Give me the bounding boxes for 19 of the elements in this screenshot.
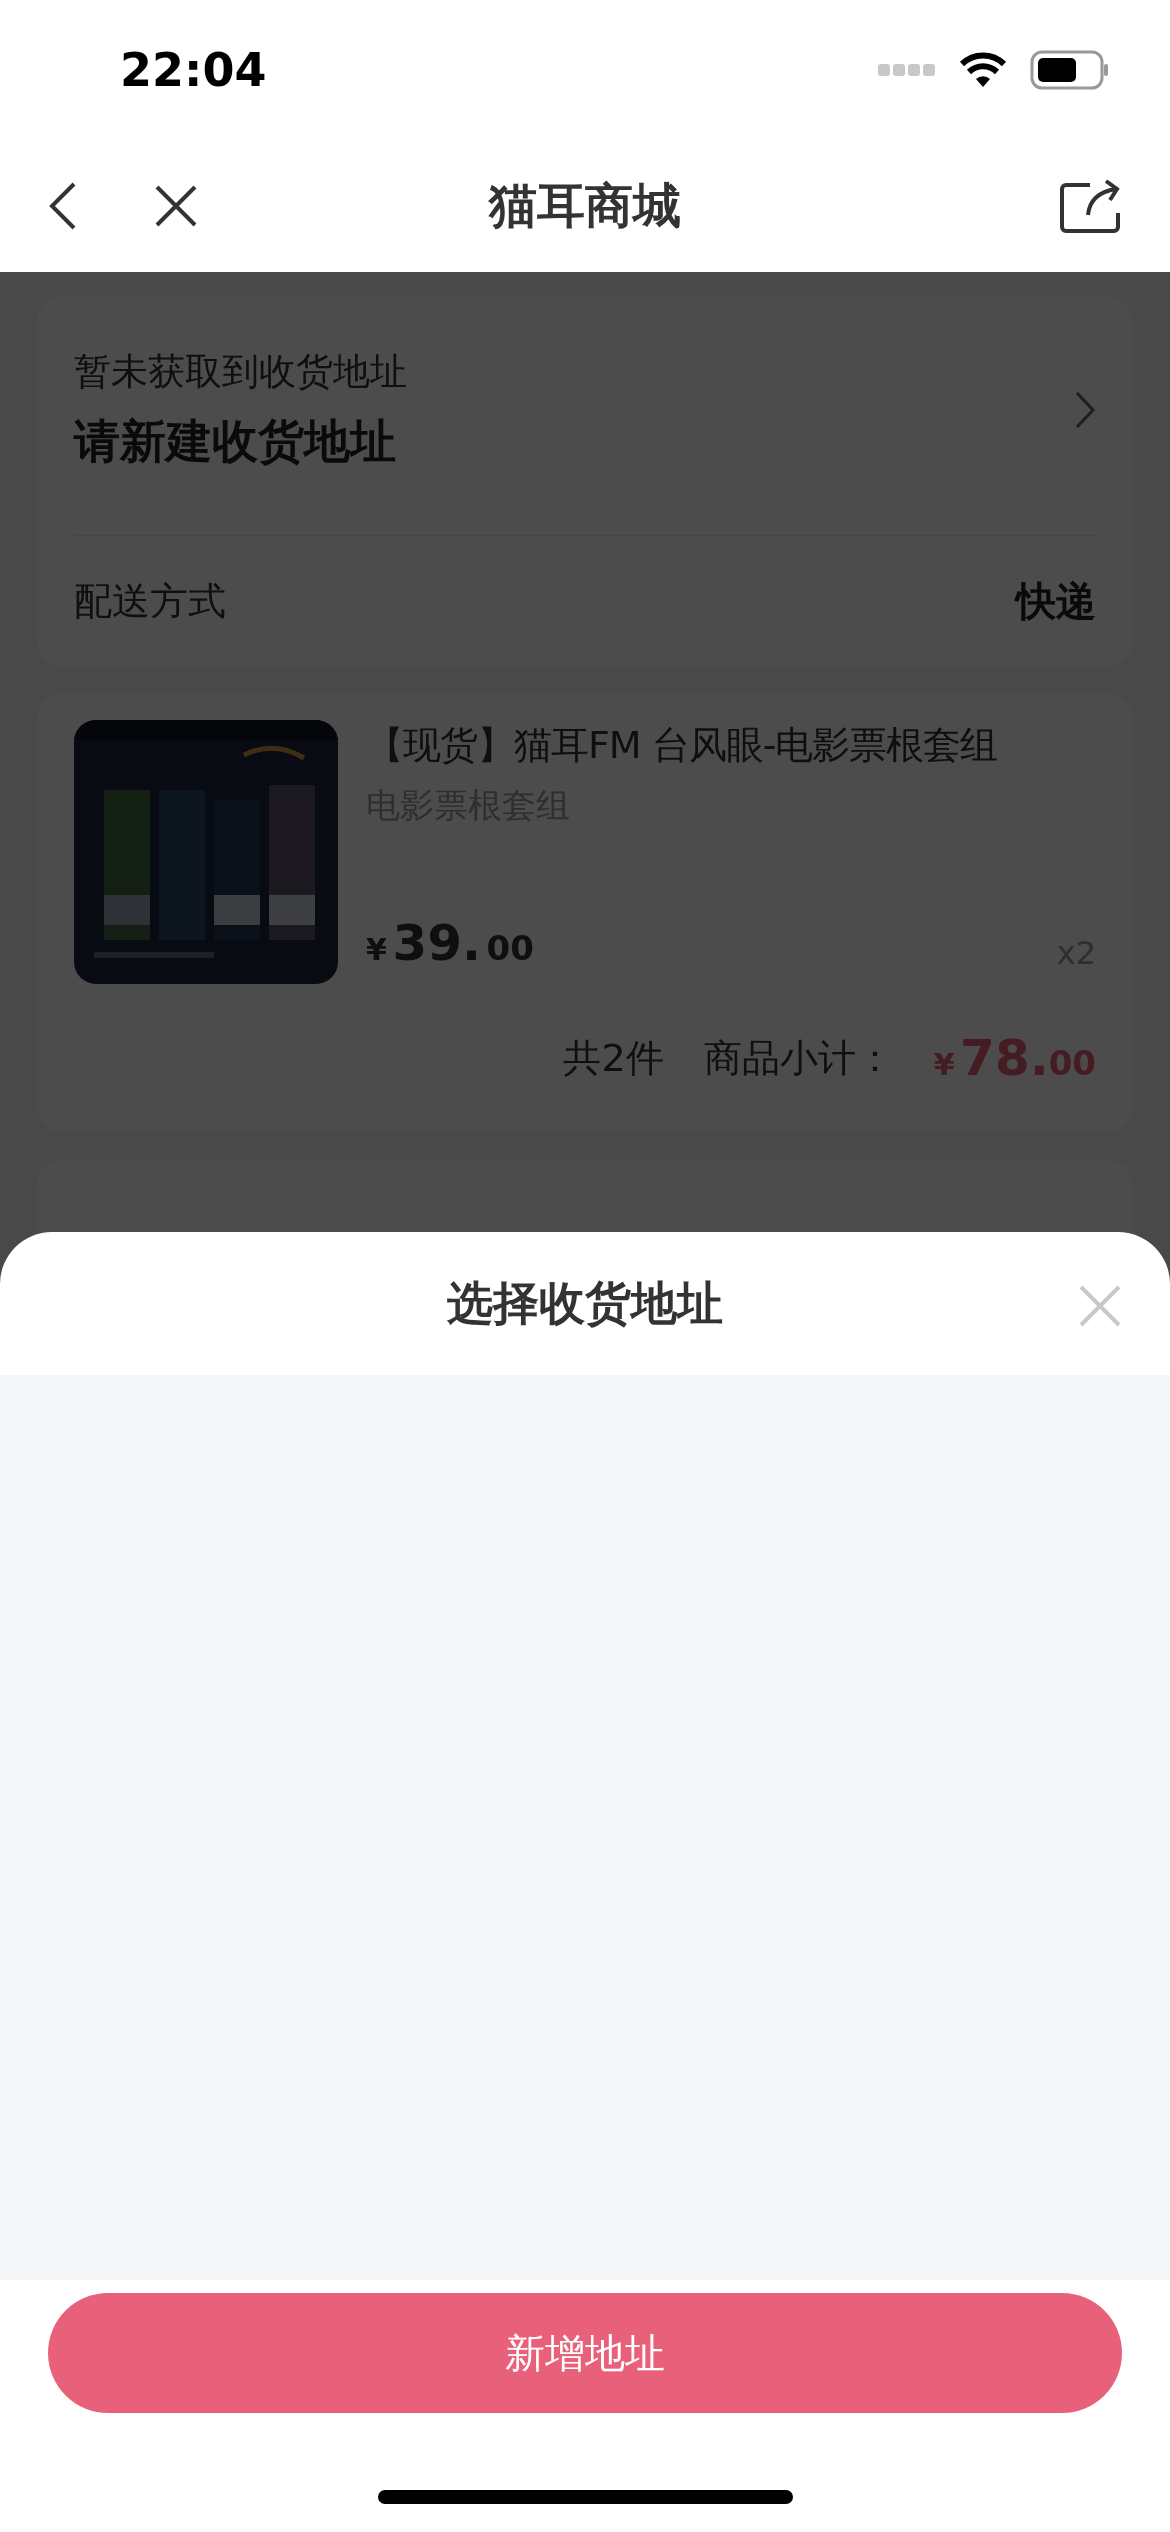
delivery-value: 快递	[1016, 576, 1096, 626]
delivery-label: 配送方式	[74, 577, 226, 625]
item-count: 共2件	[563, 1034, 664, 1082]
wifi-icon	[958, 51, 1008, 89]
add-address-button[interactable]: 新增地址	[48, 2293, 1122, 2413]
signal-icon	[878, 63, 936, 77]
product-title: 【现货】猫耳FM 台风眼-电影票根套组	[366, 722, 999, 769]
share-icon	[1060, 179, 1122, 233]
address-prompt: 请新建收货地址	[74, 413, 397, 470]
status-time: 22:04	[120, 43, 267, 97]
subtotal-label: 商品小计：	[703, 1034, 894, 1082]
battery-icon	[1030, 50, 1110, 90]
close-icon	[154, 184, 198, 228]
sheet-title: 选择收货地址	[447, 1274, 723, 1332]
page-title: 猫耳商城	[489, 176, 681, 235]
product-price: ¥39.00	[366, 914, 534, 972]
close-icon	[1078, 1284, 1122, 1328]
address-hint: 暂未获取到收货地址	[74, 349, 407, 395]
back-icon	[48, 181, 78, 231]
